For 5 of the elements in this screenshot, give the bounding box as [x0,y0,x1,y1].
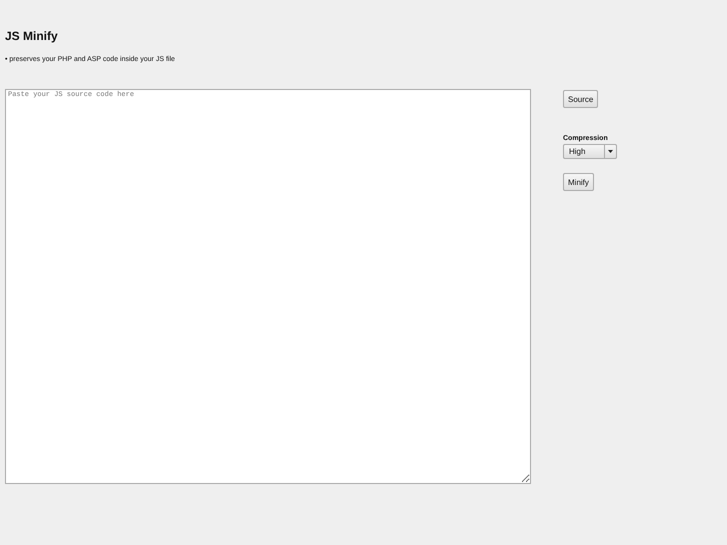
page-title: JS Minify [5,29,59,43]
source-button[interactable]: Source [563,90,598,108]
caret-icon [608,150,613,153]
compression-dropdown[interactable]: High [563,144,617,159]
minify-button[interactable]: Minify [563,173,594,191]
